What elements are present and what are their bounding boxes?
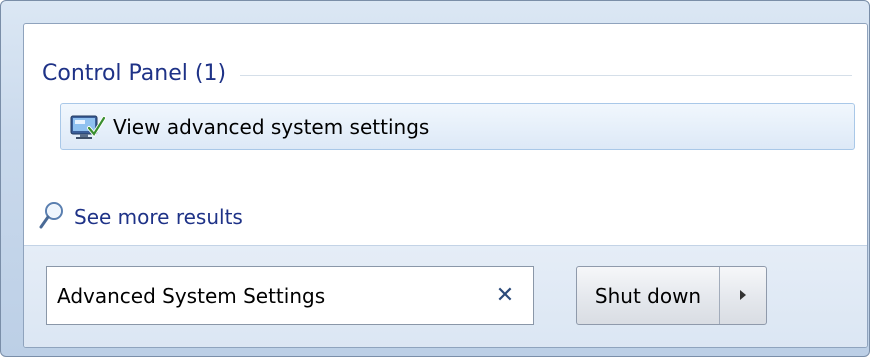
shutdown-options-button[interactable] <box>720 267 766 324</box>
search-input[interactable] <box>47 275 477 316</box>
search-box[interactable]: ✕ <box>46 266 534 325</box>
system-settings-icon <box>69 112 107 142</box>
section-header-control-panel: Control Panel (1) <box>42 58 852 88</box>
result-item-view-advanced-system-settings[interactable]: View advanced system settings <box>60 103 855 150</box>
section-divider <box>240 74 852 76</box>
result-label: View advanced system settings <box>113 114 430 139</box>
clear-search-icon[interactable]: ✕ <box>491 281 519 309</box>
see-more-results-label: See more results <box>74 205 243 229</box>
shutdown-button-group: Shut down <box>576 266 767 325</box>
triangle-right-icon <box>738 286 748 305</box>
see-more-results-link[interactable]: See more results <box>38 202 243 232</box>
start-menu-window: Control Panel (1) View advanced system s… <box>0 0 870 357</box>
shutdown-button[interactable]: Shut down <box>577 267 720 324</box>
section-title[interactable]: Control Panel (1) <box>42 61 226 86</box>
bottom-bar: ✕ Shut down <box>24 245 867 347</box>
search-results-panel: Control Panel (1) View advanced system s… <box>23 23 868 348</box>
search-magnifier-icon <box>38 200 66 234</box>
